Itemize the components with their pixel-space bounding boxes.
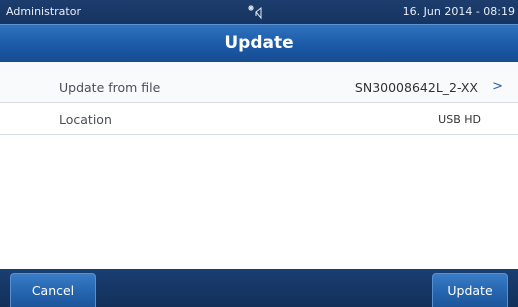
update-button[interactable]: Update [432, 273, 508, 307]
empty-content-area [0, 136, 518, 269]
title-bar: Update [0, 24, 518, 62]
location-row[interactable]: Location USB HD [0, 104, 518, 135]
page-title: Update [224, 33, 294, 53]
header-spacer [0, 62, 518, 72]
location-label: Location [59, 112, 112, 127]
connection-signal-icon [246, 2, 266, 22]
bottom-bar: Cancel Update [0, 269, 518, 307]
chevron-right-icon[interactable]: > [492, 79, 503, 94]
datetime-label: 16. Jun 2014 - 08:19 [402, 5, 515, 18]
cancel-button[interactable]: Cancel [10, 273, 96, 307]
update-from-file-label: Update from file [59, 80, 161, 95]
location-value: USB HD [438, 113, 481, 126]
status-bar: Administrator 16. Jun 2014 - 08:19 [0, 0, 518, 24]
update-from-file-value: SN30008642L_2-XX [354, 80, 478, 95]
user-role-label: Administrator [6, 5, 81, 18]
update-from-file-row[interactable]: Update from file SN30008642L_2-XX > [0, 72, 518, 103]
